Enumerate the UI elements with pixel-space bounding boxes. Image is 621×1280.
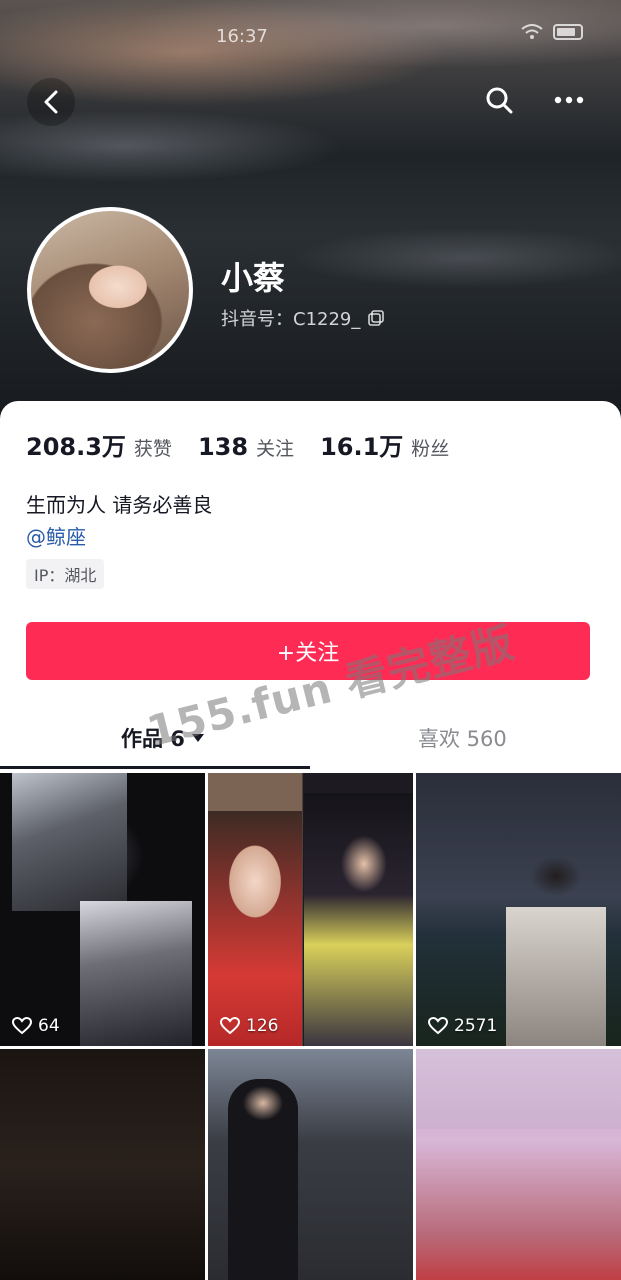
stat-following[interactable]: 138 关注 bbox=[198, 433, 294, 461]
profile-name: 小蔡 bbox=[221, 259, 286, 297]
douyin-id: 抖音号：C1229_ bbox=[221, 305, 385, 331]
like-count-text: 126 bbox=[246, 1016, 279, 1036]
status-bar: 16:37 bbox=[0, 22, 621, 50]
thumbnail-image bbox=[506, 853, 606, 1046]
bio-text: 生而为人 请务必善良 bbox=[26, 493, 213, 517]
video-thumbnail[interactable] bbox=[208, 1049, 413, 1280]
thumbnail-image bbox=[304, 793, 413, 1046]
like-count: 126 bbox=[220, 1016, 278, 1036]
thumbnail-image bbox=[208, 811, 302, 1046]
video-grid: 64 126 2571 bbox=[0, 773, 621, 1280]
ip-tag: IP：湖北 bbox=[26, 559, 105, 589]
chevron-left-icon bbox=[44, 90, 58, 114]
stat-value: 16.1万 bbox=[320, 433, 404, 461]
avatar[interactable] bbox=[27, 207, 193, 373]
stat-label: 粉丝 bbox=[411, 438, 450, 460]
video-thumbnail[interactable] bbox=[0, 1049, 205, 1280]
status-icons bbox=[521, 24, 583, 40]
search-icon bbox=[486, 87, 513, 114]
stat-value: 208.3万 bbox=[26, 433, 126, 461]
like-count-text: 64 bbox=[38, 1016, 60, 1036]
stat-likes[interactable]: 208.3万 获赞 bbox=[26, 427, 172, 462]
like-count: 2571 bbox=[428, 1016, 497, 1036]
heart-icon bbox=[220, 1017, 240, 1035]
thumbnail-image bbox=[80, 901, 192, 1046]
search-button[interactable] bbox=[475, 76, 523, 124]
status-time: 16:37 bbox=[216, 26, 268, 47]
copy-icon[interactable] bbox=[368, 310, 385, 326]
stat-label: 关注 bbox=[256, 438, 295, 460]
more-dots-icon bbox=[554, 96, 584, 104]
stat-followers[interactable]: 16.1万 粉丝 bbox=[320, 427, 449, 462]
like-count: 64 bbox=[12, 1016, 60, 1036]
thumbnail-image bbox=[228, 1079, 298, 1280]
video-thumbnail[interactable]: 2571 bbox=[416, 773, 621, 1046]
tab-indicator bbox=[0, 766, 310, 769]
more-button[interactable] bbox=[545, 76, 593, 124]
stat-value: 138 bbox=[197, 433, 249, 461]
stats-row: 208.3万 获赞 138 关注 16.1万 粉丝 bbox=[26, 427, 475, 462]
stat-label: 获赞 bbox=[133, 438, 172, 460]
wifi-icon bbox=[521, 24, 543, 39]
mention-link[interactable]: @鲸座 bbox=[26, 521, 86, 550]
thumbnail-image bbox=[12, 773, 127, 911]
douyin-id-text: 抖音号：C1229_ bbox=[221, 309, 361, 330]
heart-icon bbox=[12, 1017, 32, 1035]
battery-icon bbox=[553, 24, 583, 40]
heart-icon bbox=[428, 1017, 448, 1035]
back-button[interactable] bbox=[27, 78, 75, 126]
video-thumbnail[interactable]: 64 bbox=[0, 773, 205, 1046]
tab-label: 喜欢 560 bbox=[418, 727, 507, 751]
tab-likes[interactable]: 喜欢 560 bbox=[418, 723, 507, 753]
like-count-text: 2571 bbox=[454, 1016, 498, 1036]
thumbnail-image bbox=[416, 1049, 621, 1129]
video-thumbnail[interactable] bbox=[416, 1049, 621, 1280]
video-thumbnail[interactable]: 126 bbox=[208, 773, 413, 1046]
